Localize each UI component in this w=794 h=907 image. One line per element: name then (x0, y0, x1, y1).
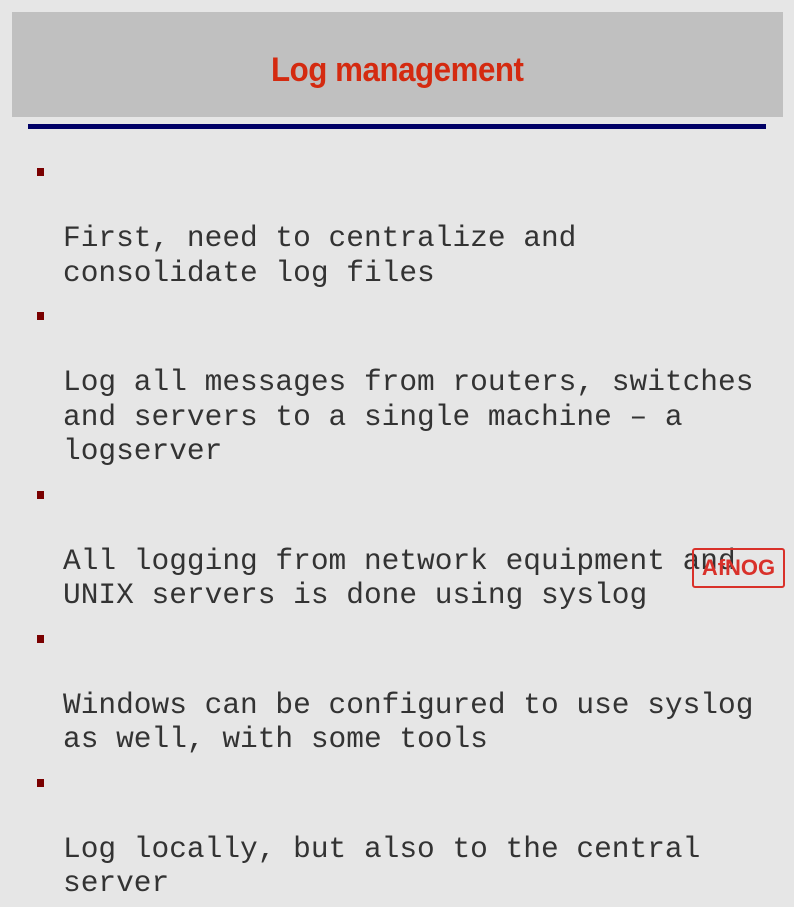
bullet-item: First, need to centralize and consolidat… (0, 152, 794, 290)
bullet-text: Windows can be configured to use syslog … (63, 687, 754, 757)
bullet-text: First, need to centralize and consolidat… (63, 221, 577, 290)
bullet-text: Log locally, but also to the central ser… (63, 831, 701, 901)
title-divider (28, 124, 766, 129)
bullet-text: Log all messages from routers, switches … (63, 365, 754, 468)
square-bullet-icon (37, 778, 44, 787)
bullet-text: All logging from network equipment and U… (63, 543, 736, 613)
bullet-item: Log locally, but also to the central ser… (0, 763, 794, 901)
bullet-item: Log all messages from routers, switches … (0, 296, 794, 469)
bullet-item: All logging from network equipment and U… (0, 475, 794, 613)
square-bullet-icon (37, 312, 44, 320)
slide-title: Log management (271, 51, 524, 89)
logo-text: AfNOG (701, 555, 776, 580)
afnog-logo-icon: AfNOG (692, 548, 785, 588)
square-bullet-icon (37, 490, 44, 499)
bullet-item: Windows can be configured to use syslog … (0, 619, 794, 757)
square-bullet-icon (37, 168, 44, 176)
bullet-list: First, need to centralize and consolidat… (0, 152, 794, 907)
title-box: Log management (12, 12, 783, 117)
square-bullet-icon (37, 634, 44, 643)
